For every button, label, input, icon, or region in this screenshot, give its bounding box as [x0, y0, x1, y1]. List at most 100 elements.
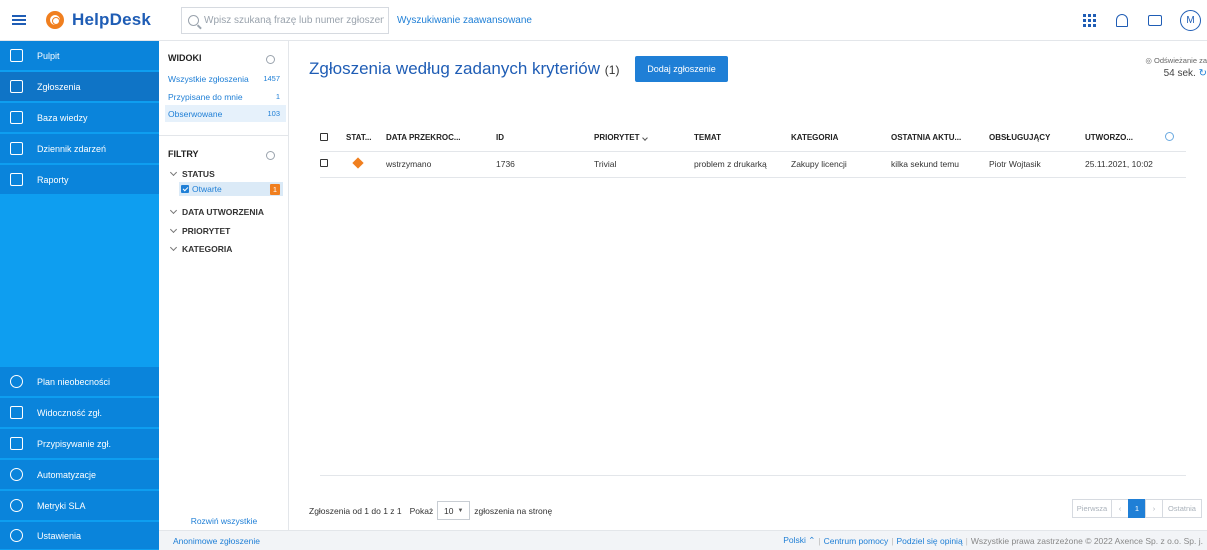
- views-filters-panel: WIDOKI Wszystkie zgłoszenia 1457 Przypis…: [159, 41, 289, 530]
- col-priority[interactable]: PRIORYTET: [594, 125, 694, 152]
- sidebar-item-widocznosc[interactable]: Widoczność zgł.: [0, 398, 159, 428]
- select-all-checkbox[interactable]: [320, 132, 328, 141]
- filter-chip-open[interactable]: Otwarte 1: [179, 182, 283, 196]
- refresh-indicator: ◎ Odświeżanie za 54 sek. ↻: [1145, 56, 1207, 79]
- brand-logo[interactable]: HelpDesk: [46, 10, 169, 30]
- sidebar-item-zgloszenia[interactable]: Zgłoszenia: [0, 72, 159, 102]
- current-page-button[interactable]: 1: [1128, 499, 1146, 518]
- sidebar-item-label: Raporty: [37, 174, 69, 185]
- col-subject[interactable]: TEMAT: [694, 125, 791, 152]
- help-center-link[interactable]: Centrum pomocy: [824, 536, 889, 546]
- sidebar-item-baza-wiedzy[interactable]: Baza wiedzy: [0, 103, 159, 133]
- search-box[interactable]: [181, 6, 389, 34]
- sidebar-item-raporty[interactable]: Raporty: [0, 165, 159, 195]
- chat-icon[interactable]: [1148, 14, 1162, 26]
- pagination-info: Zgłoszenia od 1 do 1 z 1 Pokaż 10 ▼ zgłos…: [309, 501, 552, 520]
- refresh-countdown[interactable]: 54 sek. ↻: [1145, 68, 1207, 79]
- search-icon: [188, 14, 199, 26]
- sidebar-item-pulpit[interactable]: Pulpit: [0, 41, 159, 71]
- sidebar-item-dziennik-zdarzen[interactable]: Dziennik zdarzeń: [0, 134, 159, 164]
- page-size-select[interactable]: 10 ▼: [437, 501, 471, 520]
- add-ticket-button[interactable]: Dodaj zgłoszenie: [635, 56, 728, 82]
- visibility-icon: [10, 406, 23, 419]
- sidebar-item-label: Baza wiedzy: [37, 112, 88, 123]
- columns-gear-icon[interactable]: [1165, 132, 1174, 142]
- col-category[interactable]: KATEGORIA: [791, 125, 891, 152]
- search-input[interactable]: [204, 14, 384, 26]
- chip-label: Otwarte: [192, 184, 222, 194]
- sidebar-item-ustawienia[interactable]: Ustawienia: [0, 522, 159, 550]
- filter-label: KATEGORIA: [182, 244, 233, 254]
- page-size-suffix: zgłoszenia na stronę: [474, 505, 553, 516]
- dashboard-icon: [10, 49, 23, 62]
- page-size-label: Pokaż: [409, 505, 434, 516]
- first-page-button[interactable]: Pierwsza: [1072, 499, 1112, 518]
- sidebar-item-przypisywanie[interactable]: Przypisywanie zgł.: [0, 429, 159, 459]
- expand-all-link[interactable]: Rozwiń wszystkie: [159, 516, 289, 526]
- sidebar: Pulpit Zgłoszenia Baza wiedzy Dziennik z…: [0, 41, 159, 550]
- advanced-search-link[interactable]: Wyszukiwanie zaawansowane: [397, 15, 532, 26]
- view-label: Wszystkie zgłoszenia: [168, 73, 249, 84]
- tickets-table: STAT... DATA PRZEKROC... ID PRIORYTET TE…: [320, 125, 1186, 178]
- cell-due: wstrzymano: [386, 151, 496, 178]
- cell-priority: Trivial: [594, 151, 694, 178]
- view-watched[interactable]: Obserwowane 103: [165, 105, 286, 122]
- sidebar-item-label: Dziennik zdarzeń: [37, 143, 107, 154]
- chip-count-badge: 1: [270, 183, 280, 195]
- col-due-date[interactable]: DATA PRZEKROC...: [386, 125, 496, 152]
- filters-gear-icon[interactable]: [266, 151, 275, 160]
- prev-page-button[interactable]: ‹: [1111, 499, 1129, 518]
- sidebar-item-label: Pulpit: [37, 50, 60, 61]
- anonymous-ticket-link[interactable]: Anonimowe zgłoszenie: [173, 536, 260, 546]
- sidebar-item-label: Zgłoszenia: [37, 81, 81, 92]
- table-row[interactable]: wstrzymano 1736 Trivial problem z drukar…: [320, 151, 1186, 178]
- row-checkbox[interactable]: [320, 159, 328, 167]
- filter-created-date[interactable]: DATA UTWORZENIA: [169, 206, 264, 217]
- next-page-button[interactable]: ›: [1145, 499, 1163, 518]
- sidebar-item-plan-nieobecnosci[interactable]: Plan nieobecności: [0, 367, 159, 397]
- lifebuoy-icon: [46, 11, 64, 29]
- sidebar-item-label: Widoczność zgł.: [37, 407, 103, 418]
- col-created[interactable]: UTWORZO...: [1085, 125, 1165, 152]
- panel-divider: [159, 135, 289, 136]
- assignment-icon: [10, 437, 23, 450]
- status-paused-icon: [352, 157, 364, 169]
- sidebar-item-automatyzacje[interactable]: Automatyzacje: [0, 460, 159, 490]
- tickets-icon: [10, 80, 23, 93]
- filter-label: DATA UTWORZENIA: [182, 207, 264, 217]
- cell-id: 1736: [496, 151, 594, 178]
- feedback-link[interactable]: Podziel się opinią: [897, 536, 963, 546]
- cell-subject-link[interactable]: problem z drukarką: [694, 151, 791, 178]
- views-gear-icon[interactable]: [266, 55, 275, 64]
- avatar[interactable]: M: [1180, 9, 1201, 31]
- view-assigned-to-me[interactable]: Przypisane do mnie 1: [168, 88, 286, 105]
- view-all-tickets[interactable]: Wszystkie zgłoszenia 1457: [168, 70, 286, 87]
- sidebar-item-label: Plan nieobecności: [37, 376, 111, 387]
- footer-links: Polski ⌃ | Centrum pomocy | Podziel się …: [783, 535, 1203, 546]
- knowledge-base-icon: [10, 111, 23, 124]
- sidebar-item-metryki-sla[interactable]: Metryki SLA: [0, 491, 159, 521]
- bell-icon[interactable]: [1116, 13, 1128, 27]
- sidebar-item-label: Metryki SLA: [37, 500, 86, 511]
- filter-priority[interactable]: PRIORYTET: [169, 225, 231, 236]
- menu-icon[interactable]: [12, 15, 26, 25]
- chevron-down-icon: [169, 243, 178, 252]
- col-last-activity[interactable]: OSTATNIA AKTU...: [891, 125, 989, 152]
- last-page-button[interactable]: Ostatnia: [1162, 499, 1202, 518]
- filter-status[interactable]: STATUS: [169, 168, 215, 179]
- absence-plan-icon: [10, 375, 23, 388]
- col-status[interactable]: STAT...: [346, 125, 386, 152]
- refresh-label: ◎ Odświeżanie za: [1145, 56, 1207, 65]
- bottom-bar: Anonimowe zgłoszenie Polski ⌃ | Centrum …: [159, 530, 1207, 550]
- filter-category[interactable]: KATEGORIA: [169, 243, 233, 254]
- view-label: Obserwowane: [168, 108, 223, 119]
- col-id[interactable]: ID: [496, 125, 594, 152]
- brand-name: HelpDesk: [72, 10, 152, 29]
- settings-icon: [10, 529, 23, 542]
- col-assignee[interactable]: OBSŁUGUJĄCY: [989, 125, 1085, 152]
- sidebar-item-label: Ustawienia: [37, 530, 82, 541]
- language-select[interactable]: Polski ⌃: [783, 535, 815, 546]
- chevron-down-icon: [169, 168, 178, 177]
- apps-grid-icon[interactable]: [1083, 13, 1096, 27]
- filter-label: PRIORYTET: [182, 226, 231, 236]
